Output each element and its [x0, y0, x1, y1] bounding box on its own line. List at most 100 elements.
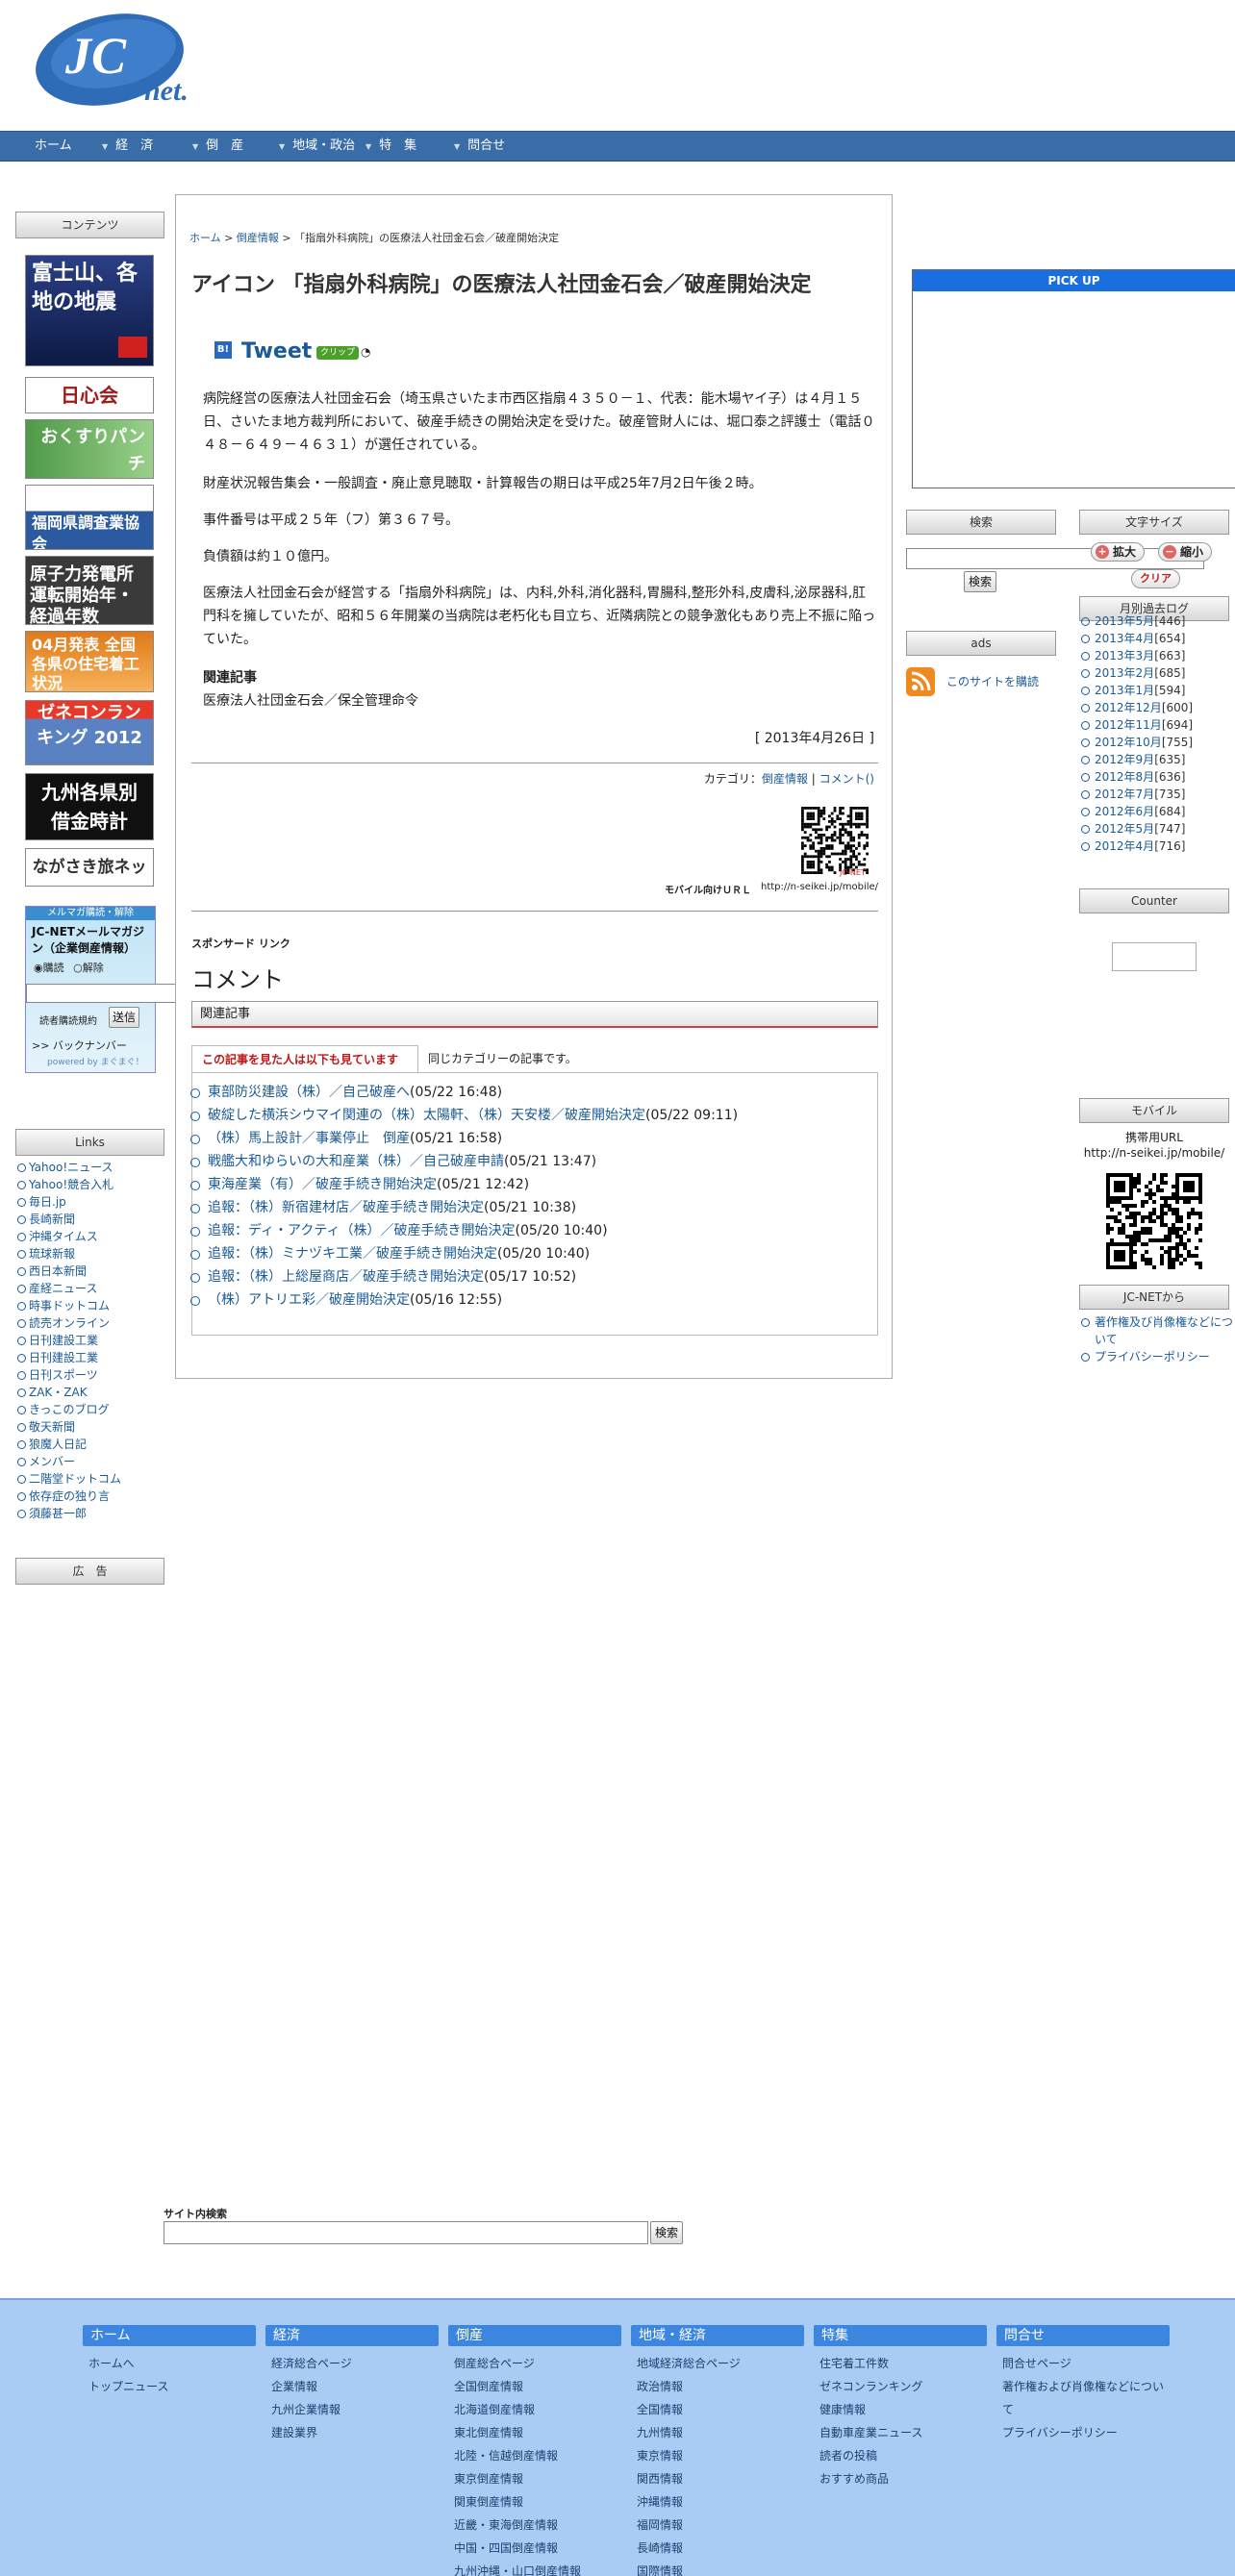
footer-link[interactable]: 関西情報	[631, 2467, 804, 2490]
mailmag-send-button[interactable]: 送信	[109, 1007, 139, 1028]
tab-viewed-also[interactable]: この記事を見た人は以下も見ています	[191, 1045, 418, 1072]
related-item-link[interactable]: （株）アトリエ彩／破産開始決定	[208, 1292, 410, 1308]
archive-item[interactable]: 2012年11月[694]	[1081, 716, 1193, 734]
clip-button[interactable]: クリップ	[316, 346, 360, 360]
archive-item[interactable]: 2012年9月[635]	[1081, 751, 1193, 768]
links-item[interactable]: 二階堂ドットコム	[17, 1470, 171, 1488]
footer-link[interactable]: 東京倒産情報	[448, 2467, 621, 2490]
footer-link[interactable]: 関東倒産情報	[448, 2490, 621, 2513]
font-smaller-button[interactable]: − 縮小	[1158, 542, 1213, 562]
archive-item[interactable]: 2013年3月[663]	[1081, 647, 1193, 664]
jcnet-link-item[interactable]: 著作権及び肖像権などについて	[1081, 1313, 1235, 1348]
footer-link[interactable]: 沖縄情報	[631, 2490, 804, 2513]
breadcrumb-home[interactable]: ホーム	[189, 232, 221, 244]
related-article-link[interactable]: 医療法人社団金石会／保全管理命令	[203, 689, 876, 713]
links-item[interactable]: 読売オンライン	[17, 1314, 171, 1332]
site-search-button[interactable]: 検索	[650, 2221, 683, 2244]
footer-link[interactable]: 九州沖縄・山口倒産情報	[448, 2560, 621, 2576]
banner-zenecon-ranking[interactable]: ゼネコンランキング 2012	[25, 700, 154, 765]
links-item[interactable]: 日刊建設工業	[17, 1332, 171, 1349]
archive-item[interactable]: 2012年8月[636]	[1081, 768, 1193, 786]
banner-earthquake[interactable]: 富士山、各地の地震	[25, 255, 154, 366]
links-item[interactable]: Yahoo!競合入札	[17, 1176, 171, 1193]
footer-link[interactable]: おすすめ商品	[814, 2467, 987, 2490]
radio-subscribe[interactable]: ◉	[34, 962, 43, 974]
banner-debt-clock[interactable]: 九州各県別 借金時計	[25, 773, 154, 840]
related-item-link[interactable]: （株）馬上設計／事業停止 倒産	[208, 1131, 410, 1146]
comment-link[interactable]: コメント()	[819, 772, 874, 786]
footer-link[interactable]: 近畿・東海倒産情報	[448, 2513, 621, 2537]
related-item-link[interactable]: 破綻した横浜シウマイ関連の（株）太陽軒、（株）天安楼／破産開始決定	[208, 1108, 645, 1123]
archive-item[interactable]: 2012年12月[600]	[1081, 699, 1193, 716]
footer-link[interactable]: 東北倒産情報	[448, 2421, 621, 2444]
related-item-link[interactable]: 戦艦大和ゆらいの大和産業（株）／自己破産申請	[208, 1154, 504, 1169]
archive-item[interactable]: 2013年1月[594]	[1081, 682, 1193, 699]
mobile-url[interactable]: http://n-seikei.jp/mobile/	[761, 882, 878, 892]
related-item-link[interactable]: 追報：ディ・アクティ（株）／破産手続き開始決定	[208, 1223, 515, 1238]
related-item-link[interactable]: 追報：（株）新宿建材店／破産手続き開始決定	[208, 1200, 484, 1215]
nav-bankruptcy[interactable]: ▼ 倒 産	[192, 132, 243, 161]
footer-link[interactable]: 自動車産業ニュース	[814, 2421, 987, 2444]
footer-link[interactable]: 建設業界	[265, 2421, 439, 2444]
footer-link[interactable]: 著作権および肖像権などについて	[996, 2375, 1170, 2421]
related-item-link[interactable]: 追報：（株）上総屋商店／破産手続き開始決定	[208, 1269, 484, 1285]
footer-link[interactable]: プライバシーポリシー	[996, 2421, 1170, 2444]
archive-item[interactable]: 2013年5月[446]	[1081, 613, 1193, 630]
footer-column-head[interactable]: ホーム	[83, 2325, 256, 2346]
footer-link[interactable]: 倒産総合ページ	[448, 2352, 621, 2375]
archive-item[interactable]: 2012年4月[716]	[1081, 838, 1193, 855]
banner-fukuoka-survey[interactable]: 福岡県調査業協会	[25, 485, 154, 550]
banner-medicine-punch[interactable]: おくすりパンチ	[25, 419, 154, 479]
footer-link[interactable]: 健康情報	[814, 2398, 987, 2421]
links-item[interactable]: 沖縄タイムス	[17, 1228, 171, 1245]
footer-column-head[interactable]: 経済	[265, 2325, 439, 2346]
footer-link[interactable]: 長崎情報	[631, 2537, 804, 2560]
breadcrumb-category[interactable]: 倒産情報	[237, 232, 279, 244]
links-item[interactable]: メンバー	[17, 1453, 171, 1470]
footer-link[interactable]: 九州情報	[631, 2421, 804, 2444]
footer-link[interactable]: ホームへ	[83, 2352, 256, 2375]
footer-link[interactable]: 国際情報	[631, 2560, 804, 2576]
banner-nagasaki-tabi[interactable]: ながさき旅ネット	[25, 848, 154, 887]
footer-link[interactable]: 政治情報	[631, 2375, 804, 2398]
hatena-bookmark-icon[interactable]: B!	[214, 341, 232, 359]
mobile-url[interactable]: http://n-seikei.jp/mobile/	[1079, 1146, 1229, 1160]
footer-link[interactable]: 全国情報	[631, 2398, 804, 2421]
links-item[interactable]: ZAK・ZAK	[17, 1384, 171, 1401]
footer-link[interactable]: 企業情報	[265, 2375, 439, 2398]
archive-item[interactable]: 2012年5月[747]	[1081, 820, 1193, 838]
related-item-link[interactable]: 東海産業（有）／破産手続き開始決定	[208, 1177, 437, 1192]
nav-contact[interactable]: ▼ 問合せ	[454, 132, 505, 161]
archive-item[interactable]: 2012年6月[684]	[1081, 803, 1193, 820]
rss-subscribe-link[interactable]: このサイトを購読	[946, 673, 1039, 689]
footer-link[interactable]: 東京情報	[631, 2444, 804, 2467]
related-item-link[interactable]: 追報：（株）ミナヅキ工業／破産手続き開始決定	[208, 1246, 497, 1262]
archive-item[interactable]: 2012年10月[755]	[1081, 734, 1193, 751]
jcnet-link-item[interactable]: プライバシーポリシー	[1081, 1348, 1235, 1365]
archive-item[interactable]: 2013年2月[685]	[1081, 664, 1193, 682]
links-item[interactable]: 日刊建設工業	[17, 1349, 171, 1366]
font-clear-button[interactable]: クリア	[1131, 569, 1180, 588]
footer-link[interactable]: 住宅着工件数	[814, 2352, 987, 2375]
footer-link[interactable]: トップニュース	[83, 2375, 256, 2398]
links-item[interactable]: 敬天新聞	[17, 1418, 171, 1436]
links-item[interactable]: 毎日.jp	[17, 1193, 171, 1211]
category-link[interactable]: 倒産情報	[762, 772, 808, 786]
tab-same-category[interactable]: 同じカテゴリーの記事です。	[428, 1045, 577, 1072]
related-item-link[interactable]: 東部防災建設（株）／自己破産へ	[208, 1085, 410, 1100]
footer-link[interactable]: 問合せページ	[996, 2352, 1170, 2375]
archive-item[interactable]: 2013年4月[654]	[1081, 630, 1193, 647]
site-logo[interactable]: JC net.	[31, 10, 214, 115]
footer-column-head[interactable]: 倒産	[448, 2325, 621, 2346]
links-item[interactable]: 須藤甚一郎	[17, 1505, 171, 1522]
search-button[interactable]: 検索	[964, 571, 996, 592]
banner-nuclear-plant[interactable]: 原子力発電所 運転開始年・経過年数	[25, 556, 154, 625]
banner-housing-starts[interactable]: 04月発表 全国各県の住宅着工状況	[25, 631, 154, 692]
banner-nisshinkai[interactable]: 日心会	[25, 377, 154, 413]
font-bigger-button[interactable]: + 拡大	[1091, 542, 1146, 562]
footer-column-head[interactable]: 問合せ	[996, 2325, 1170, 2346]
links-item[interactable]: 依存症の独り言	[17, 1488, 171, 1505]
footer-link[interactable]: 福岡情報	[631, 2513, 804, 2537]
radio-unsubscribe[interactable]: ○	[73, 962, 83, 974]
footer-link[interactable]: 地域経済総合ページ	[631, 2352, 804, 2375]
